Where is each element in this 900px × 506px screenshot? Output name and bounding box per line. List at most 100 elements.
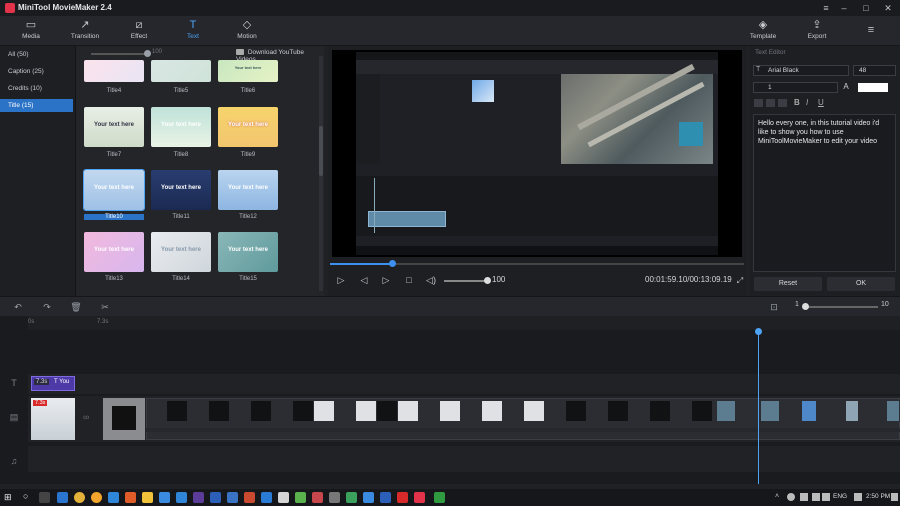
align-right-icon[interactable] <box>778 99 787 107</box>
ok-button[interactable]: OK <box>827 277 895 291</box>
tab-transition[interactable]: ↗ Transition <box>63 16 107 46</box>
taskbar-app-icon-7[interactable] <box>278 492 289 503</box>
play-icon[interactable]: ▷ <box>334 273 348 287</box>
clock[interactable]: 2:50 PM <box>866 493 890 500</box>
category-caption[interactable]: Caption (25) <box>0 65 73 78</box>
maximize-button[interactable]: □ <box>857 1 875 15</box>
taskbar-app-icon-8[interactable] <box>295 492 306 503</box>
taskbar-app-icon-15[interactable] <box>434 492 445 503</box>
reset-button[interactable]: Reset <box>754 277 822 291</box>
taskbar-app-icon-5[interactable] <box>227 492 238 503</box>
fit-timeline-icon[interactable]: ⊡ <box>767 300 781 314</box>
split-icon[interactable]: ✂ <box>98 300 112 314</box>
taskbar-app-icon-4[interactable] <box>193 492 204 503</box>
underline-icon[interactable]: U <box>818 98 824 107</box>
text-input-area[interactable]: Hello every one, in this tutorial video … <box>753 114 896 272</box>
delete-icon[interactable]: 🗑 <box>69 300 83 314</box>
close-button[interactable]: ✕ <box>879 1 897 15</box>
category-all[interactable]: All (50) <box>0 48 73 61</box>
title-thumb-4[interactable] <box>84 60 144 82</box>
playhead[interactable] <box>758 330 759 484</box>
align-center-icon[interactable] <box>766 99 775 107</box>
volume-tray-icon[interactable] <box>822 493 830 501</box>
search-icon[interactable]: ○ <box>23 491 28 501</box>
timeline-ruler[interactable]: 0s 7.3s <box>28 316 900 330</box>
thumb-zoom-slider[interactable] <box>91 53 148 55</box>
taskbar-app-icon-14[interactable] <box>397 492 408 503</box>
taskbar-app-icon-3[interactable] <box>125 492 136 503</box>
title-thumb-5[interactable] <box>151 60 211 82</box>
tab-media[interactable]: ▭ Media <box>9 16 53 46</box>
next-frame-icon[interactable]: ▷ <box>379 273 393 287</box>
playhead-handle[interactable] <box>755 328 762 335</box>
stop-icon[interactable]: □ <box>402 273 416 287</box>
taskbar-app-icon-12[interactable] <box>363 492 374 503</box>
redo-icon[interactable]: ↷ <box>40 300 54 314</box>
timeline-zoom-slider[interactable] <box>808 306 878 308</box>
file-explorer-icon[interactable] <box>142 492 153 503</box>
video-clip-second[interactable] <box>103 398 145 440</box>
windows-start-icon[interactable]: ⊞ <box>4 492 14 502</box>
title-thumb-13[interactable]: Your text here <box>84 232 144 272</box>
font-color-icon[interactable]: A <box>842 82 850 93</box>
title-thumb-11[interactable]: Your text here <box>151 170 211 210</box>
italic-icon[interactable]: I <box>806 98 808 107</box>
font-family-select[interactable]: Arial Black <box>753 65 849 76</box>
notification-icon[interactable] <box>891 493 898 501</box>
taskbar-app-icon-2[interactable] <box>91 492 102 503</box>
title-thumb-9[interactable]: Your text here <box>218 107 278 147</box>
timeline-zoom-handle[interactable] <box>802 303 809 310</box>
title-thumb-15[interactable]: Your text here <box>218 232 278 272</box>
mail-icon[interactable] <box>176 492 187 503</box>
taskbar-app-icon-13[interactable] <box>380 492 391 503</box>
text-track[interactable] <box>28 374 900 394</box>
taskbar-app-icon-6[interactable] <box>244 492 255 503</box>
title-thumb-10[interactable]: Your text here <box>83 169 145 211</box>
title-thumb-8[interactable]: Your text here <box>151 107 211 147</box>
category-credits[interactable]: Credits (10) <box>0 82 73 95</box>
text-clip[interactable]: 7.3s T You <box>31 376 75 391</box>
minimize-button[interactable]: – <box>835 1 853 15</box>
taskbar-app-icon-9[interactable] <box>312 492 323 503</box>
export-button[interactable]: ⇪ Export <box>795 16 839 46</box>
tab-motion[interactable]: ◇ Motion <box>225 16 269 46</box>
tab-text[interactable]: T Text <box>171 16 215 46</box>
battery-icon[interactable] <box>800 493 808 501</box>
edge-icon[interactable] <box>108 492 119 503</box>
language-indicator[interactable]: ENG <box>833 493 847 500</box>
hamburger-menu-icon[interactable]: ≡ <box>862 23 880 37</box>
title-thumb-12[interactable]: Your text here <box>218 170 278 210</box>
previous-frame-icon[interactable]: ◁ <box>357 273 371 287</box>
align-left-icon[interactable] <box>754 99 763 107</box>
volume-slider[interactable] <box>444 280 486 282</box>
network-icon[interactable] <box>812 493 820 501</box>
font-size-select[interactable]: 48 <box>853 65 896 76</box>
category-title[interactable]: Title (15) <box>0 99 73 112</box>
bold-icon[interactable]: B <box>794 98 800 107</box>
volume-icon[interactable]: ◁) <box>424 273 438 287</box>
thumb-zoom-handle[interactable] <box>144 50 151 57</box>
word-icon[interactable] <box>210 492 221 503</box>
seek-bar-handle[interactable] <box>389 260 397 267</box>
tab-effect[interactable]: ⧄ Effect <box>117 16 161 46</box>
fullscreen-icon[interactable]: ⤢ <box>733 274 747 288</box>
keyboard-icon[interactable] <box>854 493 862 501</box>
video-player[interactable] <box>332 50 742 257</box>
chrome-icon[interactable] <box>74 492 85 503</box>
task-view-icon[interactable] <box>39 492 50 503</box>
taskbar-app-icon-11[interactable] <box>346 492 357 503</box>
tray-chevron-icon[interactable]: ˄ <box>775 493 779 500</box>
font-color-swatch[interactable] <box>858 83 888 92</box>
title-thumb-7[interactable]: Your text here <box>84 107 144 147</box>
line-spacing-select[interactable]: 1 <box>753 82 838 93</box>
title-thumb-6[interactable]: Your text here <box>218 60 278 82</box>
undo-icon[interactable]: ↶ <box>11 300 25 314</box>
taskbar-app-icon-1[interactable] <box>57 492 68 503</box>
title-thumb-14[interactable]: Your text here <box>151 232 211 272</box>
taskbar-app-icon-10[interactable] <box>329 492 340 503</box>
moviemaker-taskbar-icon[interactable] <box>414 492 425 503</box>
menu-icon[interactable]: ≡ <box>817 1 835 15</box>
music-track[interactable] <box>28 446 900 472</box>
transition-link-icon[interactable]: ∞ <box>83 412 95 424</box>
cloud-icon[interactable] <box>787 493 795 501</box>
